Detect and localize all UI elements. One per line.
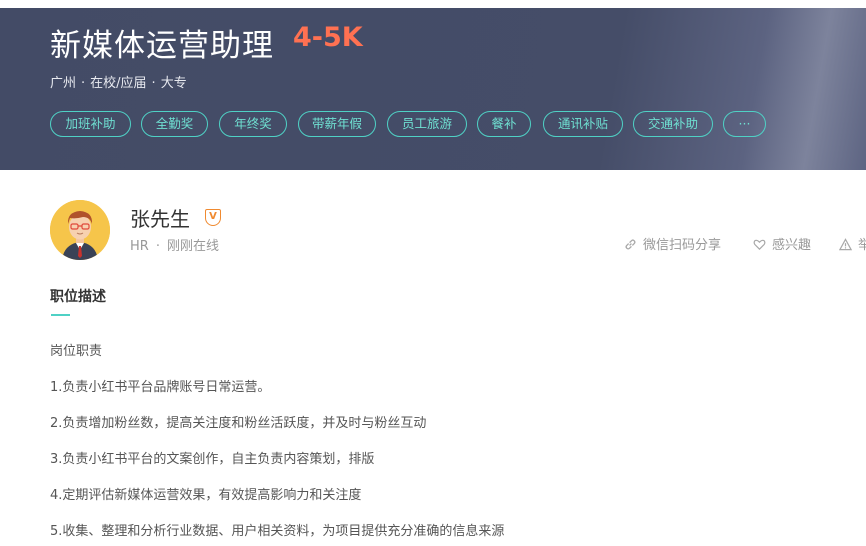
- link-icon: [625, 239, 636, 250]
- interest-action[interactable]: 感兴趣: [753, 234, 811, 253]
- report-label: 举: [858, 238, 866, 253]
- recruiter-name: 张先生: [130, 207, 190, 231]
- online-status: 刚刚在线: [166, 239, 219, 254]
- job-meta: 广州 · 在校/应届 · 大专: [50, 72, 187, 91]
- section-title: 职位描述: [50, 289, 106, 305]
- heart-icon: [753, 239, 766, 250]
- verified-badge-icon: V: [205, 209, 221, 226]
- status-separator: ·: [155, 239, 160, 254]
- interest-label: 感兴趣: [772, 238, 812, 253]
- tag-transport-allowance[interactable]: 交通补助: [633, 111, 713, 137]
- job-header: 新媒体运营助理 4-5K 广州 · 在校/应届 · 大专 加班补助 全勤奖 年终奖 带薪…: [0, 8, 866, 170]
- tag-attendance-bonus[interactable]: 全勤奖: [141, 111, 208, 137]
- avatar[interactable]: [50, 200, 110, 260]
- description-line: 1.负责小红书平台品牌账号日常运营。: [50, 380, 271, 395]
- job-title: 新媒体运营助理: [50, 28, 274, 64]
- top-strip: [0, 0, 866, 8]
- description-line: 3.负责小红书平台的文案创作，自主负责内容策划，排版: [50, 452, 375, 467]
- description-line: 5.收集、整理和分析行业数据、用户相关资料，为项目提供充分准确的信息来源: [50, 524, 505, 539]
- tag-phone-allowance[interactable]: 通讯补贴: [543, 111, 623, 137]
- report-action[interactable]: 举: [838, 234, 866, 253]
- meta-separator: ·: [81, 76, 86, 91]
- tag-year-end-bonus[interactable]: 年终奖: [219, 111, 287, 137]
- recruiter-status: HR · 刚刚在线: [130, 235, 219, 254]
- tag-more-button[interactable]: ···: [723, 111, 766, 137]
- tag-meal-allowance[interactable]: 餐补: [477, 111, 531, 137]
- share-label: 微信扫码分享: [643, 238, 722, 253]
- description-line: 4.定期评估新媒体运营效果，有效提高影响力和关注度: [50, 488, 362, 503]
- salary: 4-5K: [293, 22, 363, 53]
- description-heading: 岗位职责: [50, 344, 103, 359]
- tag-team-travel[interactable]: 员工旅游: [387, 111, 467, 137]
- description-line: 2.负责增加粉丝数，提高关注度和粉丝活跃度，并及时与粉丝互动: [50, 416, 427, 431]
- job-education: 大专: [160, 76, 187, 91]
- tag-paid-leave[interactable]: 带薪年假: [298, 111, 376, 137]
- warning-icon: [838, 238, 853, 251]
- recruiter-role: HR: [130, 239, 149, 254]
- section-underline: [51, 314, 70, 316]
- meta-separator: ·: [151, 76, 156, 91]
- avatar-illustration: [50, 200, 110, 260]
- job-city: 广州: [50, 76, 77, 91]
- share-action[interactable]: 微信扫码分享: [624, 234, 721, 253]
- job-experience: 在校/应届: [90, 76, 147, 91]
- tag-overtime-allowance[interactable]: 加班补助: [50, 111, 131, 137]
- recruiter-card: 张先生 V HR · 刚刚在线: [50, 198, 866, 262]
